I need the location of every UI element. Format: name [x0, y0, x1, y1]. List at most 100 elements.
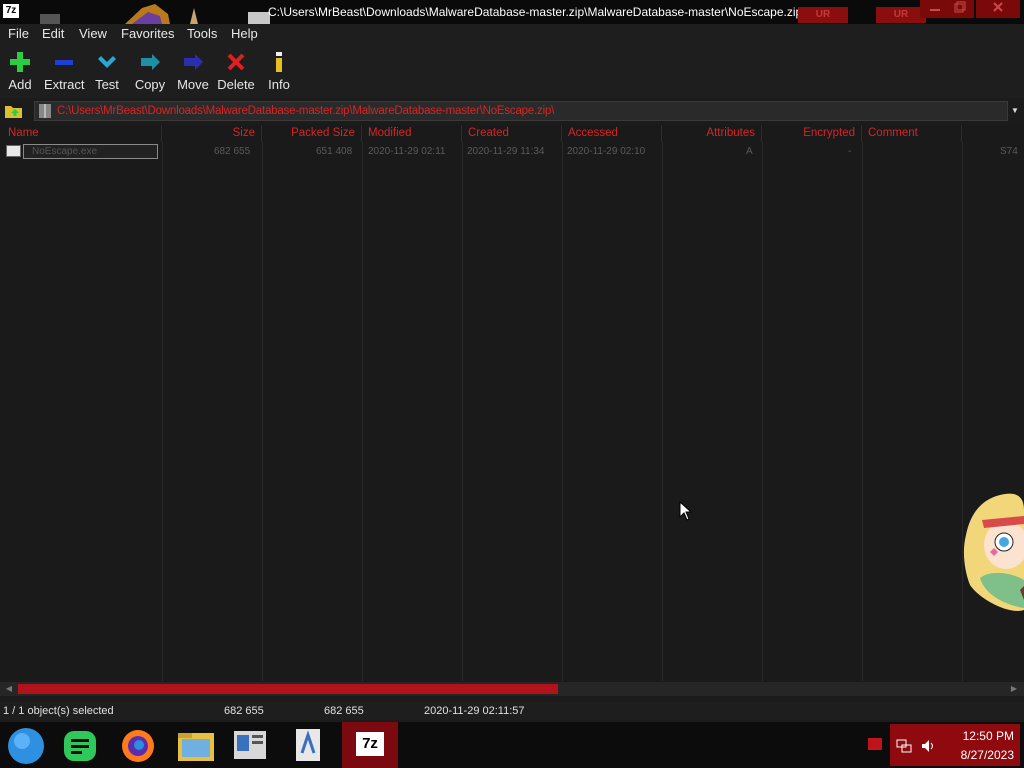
- menu-help[interactable]: Help: [231, 26, 258, 41]
- row-name-cell[interactable]: NoEscape.exe: [23, 144, 158, 159]
- column-divider: [162, 142, 163, 681]
- add-label: Add: [8, 77, 32, 92]
- menu-file[interactable]: File: [8, 26, 29, 41]
- close-icon: [993, 2, 1003, 12]
- menu-favorites[interactable]: Favorites: [121, 26, 174, 41]
- column-accessed[interactable]: Accessed: [562, 125, 662, 142]
- close-button[interactable]: [976, 0, 1020, 18]
- address-field[interactable]: C:\Users\MrBeast\Downloads\MalwareDataba…: [34, 101, 1008, 121]
- column-created[interactable]: Created: [462, 125, 562, 142]
- row-packed-cell: 651 408: [316, 146, 353, 157]
- taskbar: 7z 12:50 PM 8/27/2023: [0, 722, 1024, 768]
- network-icon[interactable]: [896, 738, 912, 754]
- row-extra-cell: S74: [1000, 146, 1018, 157]
- delete-label: Delete: [217, 77, 255, 92]
- move-icon: [184, 54, 203, 70]
- move-label: Move: [177, 77, 209, 92]
- extract-label: Extract: [44, 77, 85, 92]
- exe-file-icon: [6, 145, 21, 157]
- info-label: Info: [268, 77, 290, 92]
- column-comment[interactable]: Comment: [862, 125, 962, 142]
- scroll-left-arrow-icon[interactable]: ◀: [3, 684, 15, 694]
- column-divider: [862, 142, 863, 681]
- column-divider: [662, 142, 663, 681]
- toolbar: Add Extract Test Copy Move Delete Info: [0, 45, 1024, 98]
- test-label: Test: [95, 77, 119, 92]
- column-modified[interactable]: Modified: [362, 125, 462, 142]
- info-icon: [276, 52, 282, 72]
- 7zip-app-icon[interactable]: 7z: [3, 4, 19, 18]
- delete-button[interactable]: Delete: [216, 50, 256, 92]
- restore-button[interactable]: [946, 0, 974, 18]
- file-list: Name Size Packed Size Modified Created A…: [0, 125, 1024, 681]
- status-bar: 1 / 1 object(s) selected 682 655 682 655…: [0, 702, 1024, 720]
- menu-tools[interactable]: Tools: [187, 26, 217, 41]
- extract-button[interactable]: Extract: [44, 50, 84, 92]
- file-explorer-icon[interactable]: [176, 725, 216, 765]
- row-attributes-cell: A: [746, 146, 753, 157]
- firefox-icon[interactable]: [118, 725, 158, 765]
- volume-icon[interactable]: [920, 738, 936, 754]
- column-divider: [762, 142, 763, 681]
- menu-view[interactable]: View: [79, 26, 107, 41]
- test-icon: [98, 56, 116, 68]
- tray-notification-icon[interactable]: [868, 738, 882, 750]
- add-button[interactable]: Add: [4, 50, 36, 92]
- title-bar: 7z C:\Users\MrBeast\Downloads\MalwareDat…: [0, 0, 1024, 24]
- status-selection: 1 / 1 object(s) selected: [3, 705, 114, 717]
- wordpad-icon[interactable]: [288, 725, 328, 765]
- status-modified: 2020-11-29 02:11:57: [424, 705, 525, 717]
- copy-button[interactable]: Copy: [134, 50, 166, 92]
- status-size: 682 655: [224, 705, 264, 717]
- archive-icon: [39, 104, 51, 118]
- scroll-right-arrow-icon[interactable]: ▶: [1008, 684, 1020, 694]
- column-attributes[interactable]: Attributes: [662, 125, 762, 142]
- column-packed-size[interactable]: Packed Size: [262, 125, 362, 142]
- extract-icon: [55, 60, 73, 65]
- title-decoration-art: [40, 4, 270, 24]
- address-path: C:\Users\MrBeast\Downloads\MalwareDataba…: [57, 105, 555, 117]
- control-panel-icon[interactable]: [230, 725, 270, 765]
- address-dropdown-arrow[interactable]: ▼: [1010, 106, 1020, 116]
- row-size-cell: 682 655: [214, 146, 251, 157]
- window-title: C:\Users\MrBeast\Downloads\MalwareDataba…: [268, 5, 806, 19]
- test-button[interactable]: Test: [92, 50, 122, 92]
- column-encrypted[interactable]: Encrypted: [762, 125, 862, 142]
- address-bar: C:\Users\MrBeast\Downloads\MalwareDataba…: [0, 100, 1024, 122]
- 7zip-taskbar-icon: 7z: [356, 732, 384, 756]
- horizontal-scrollbar[interactable]: ◀ ▶: [0, 682, 1024, 696]
- column-divider: [462, 142, 463, 681]
- cartoon-character-sticker: [963, 493, 1024, 611]
- row-encrypted-cell: -: [848, 146, 852, 157]
- menu-edit[interactable]: Edit: [42, 26, 64, 41]
- folder-up-icon[interactable]: [4, 102, 24, 120]
- row-created-cell: 2020-11-29 11:34: [467, 146, 545, 157]
- notes-app-icon[interactable]: [60, 725, 100, 765]
- column-size[interactable]: Size: [162, 125, 262, 142]
- scrollbar-thumb[interactable]: [18, 684, 558, 694]
- mouse-cursor-icon: [679, 501, 693, 521]
- copy-label: Copy: [134, 77, 166, 92]
- menu-bar: File Edit View Favorites Tools Help: [0, 24, 1024, 45]
- info-button[interactable]: Info: [266, 50, 292, 92]
- column-divider: [562, 142, 563, 681]
- title-tab-ur-2: UR: [876, 7, 926, 23]
- start-button-icon[interactable]: [6, 725, 46, 765]
- add-icon: [10, 52, 30, 72]
- move-button[interactable]: Move: [176, 50, 210, 92]
- clock-date[interactable]: 8/27/2023: [961, 748, 1014, 762]
- column-divider: [362, 142, 363, 681]
- minimize-icon: [930, 9, 940, 11]
- clock-time[interactable]: 12:50 PM: [963, 729, 1014, 743]
- restore-icon: [954, 1, 966, 13]
- 7zip-taskbar-button[interactable]: 7z: [342, 722, 398, 768]
- title-tab-ur-1: UR: [798, 7, 848, 23]
- row-accessed-cell: 2020-11-29 02:10: [567, 146, 646, 157]
- delete-icon: [227, 53, 245, 71]
- system-tray: 12:50 PM 8/27/2023: [890, 724, 1020, 766]
- column-divider: [262, 142, 263, 681]
- row-modified-cell: 2020-11-29 02:11: [368, 146, 446, 157]
- copy-icon: [141, 54, 160, 70]
- column-name[interactable]: Name: [0, 125, 162, 142]
- status-packed-size: 682 655: [324, 705, 364, 717]
